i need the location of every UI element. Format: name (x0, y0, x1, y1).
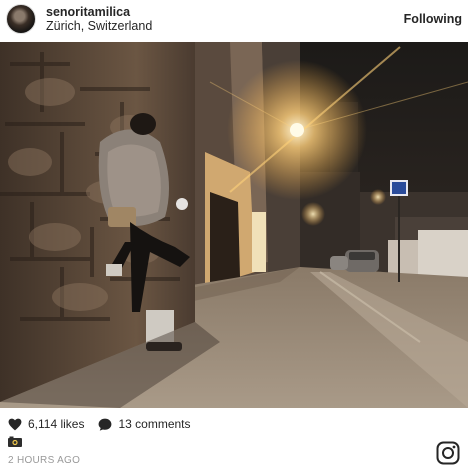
comments-count[interactable]: 13 comments (118, 417, 190, 431)
following-button[interactable]: Following (404, 12, 462, 26)
instagram-logo-icon[interactable] (436, 441, 460, 465)
comments-group[interactable]: 13 comments (98, 417, 191, 431)
likes-group[interactable]: 6,114 likes (8, 417, 84, 431)
street-night-scene (0, 42, 468, 408)
heart-icon[interactable] (8, 418, 22, 431)
likes-count[interactable]: 6,114 likes (28, 417, 84, 431)
speech-bubble-icon[interactable] (98, 418, 112, 431)
username[interactable]: senoritamilica (46, 5, 130, 19)
post-actions: 6,114 likes 13 comments (8, 416, 191, 432)
avatar[interactable] (6, 4, 36, 34)
post-timestamp: 2 HOURS AGO (8, 455, 81, 466)
camera-icon (8, 436, 22, 447)
post-photo[interactable] (0, 42, 468, 408)
post-header: senoritamilica Zürich, Switzerland Follo… (0, 0, 468, 42)
location[interactable]: Zürich, Switzerland (46, 19, 152, 33)
